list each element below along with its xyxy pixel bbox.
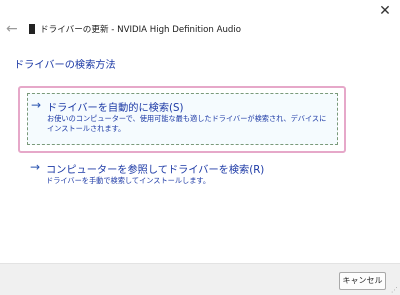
option-title: コンピューターを参照してドライバーを検索(R) [46, 165, 265, 176]
search-automatically-option[interactable]: → ドライバーを自動的に検索(S) お使いのコンピューターで、使用可能な最も適し… [27, 93, 338, 145]
arrow-right-icon: → [31, 98, 42, 112]
back-arrow-icon: ← [6, 21, 18, 37]
main-content: ドライバーの検索方法 → ドライバーを自動的に検索(S) お使いのコンピューター… [0, 58, 400, 263]
close-button[interactable]: ✕ [374, 2, 396, 20]
footer-bar: キャンセル ⋰ [0, 263, 400, 295]
option-description: ドライバーを手動で検索してインストールします。 [46, 176, 211, 185]
driver-update-dialog: ✕ ← ドライバーの更新 - NVIDIA High Definition Au… [0, 0, 400, 295]
page-heading: ドライバーの検索方法 [14, 60, 116, 71]
browse-computer-option[interactable]: → コンピューターを参照してドライバーを検索(R) ドライバーを手動で検索してイ… [27, 159, 338, 189]
option-title: ドライバーを自動的に検索(S) [47, 103, 184, 114]
cancel-button[interactable]: キャンセル [339, 272, 386, 290]
resize-grip-icon[interactable]: ⋰ [391, 287, 398, 294]
back-button[interactable]: ← [6, 22, 18, 36]
title-bar: ✕ ← ドライバーの更新 - NVIDIA High Definition Au… [0, 0, 400, 58]
device-icon [29, 24, 35, 34]
window-title: ドライバーの更新 - NVIDIA High Definition Audio [40, 25, 242, 35]
option-description: お使いのコンピューターで、使用可能な最も適したドライバーが検索され、デバイスにイ… [47, 114, 327, 133]
arrow-right-icon: → [30, 160, 41, 174]
close-icon: ✕ [379, 3, 391, 19]
